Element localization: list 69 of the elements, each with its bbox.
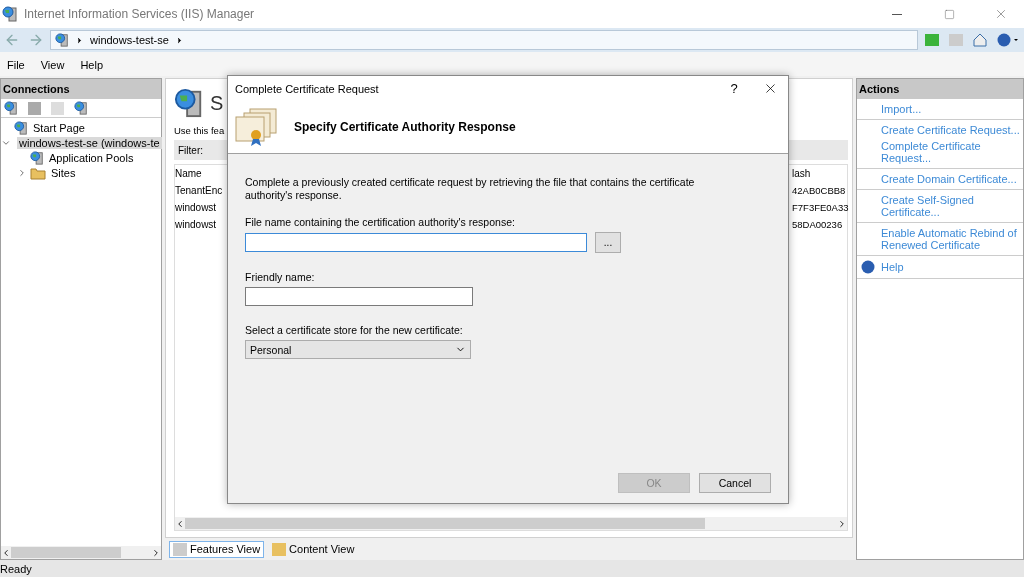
- save-button[interactable]: [25, 101, 44, 115]
- file-name-field[interactable]: [245, 233, 587, 252]
- tree-item[interactable]: Application Pools: [47, 151, 136, 164]
- menu-item[interactable]: Help: [73, 59, 110, 71]
- breadcrumb[interactable]: windows-test-se: [90, 34, 169, 46]
- window-title: Internet Information Services (IIS) Manager: [24, 7, 256, 21]
- menu-item[interactable]: View: [33, 59, 72, 71]
- app-icon: [2, 6, 18, 22]
- certificates-icon: [234, 107, 278, 147]
- help-link[interactable]: Help: [857, 258, 1023, 276]
- filter-label: Filter:: [178, 144, 203, 156]
- table-cell-text: 58DA00236: [792, 219, 844, 230]
- panel-header: Actions: [857, 79, 1023, 99]
- field-label: Select a certificate store for the new certificate:: [245, 324, 464, 336]
- column-header[interactable]: lash: [792, 168, 847, 179]
- table-cell: F7F3FE0A33: [792, 202, 847, 213]
- description-text: Use this fea: [174, 125, 225, 136]
- scroll-left-icon: [175, 518, 185, 529]
- server-globe-icon: [174, 88, 204, 118]
- page-heading: S: [210, 91, 224, 115]
- home-button[interactable]: [970, 33, 990, 47]
- table-cell: windowst: [175, 202, 217, 213]
- tree-item[interactable]: windows-test-se (windows-te: [17, 136, 162, 149]
- server-globe-icon: [4, 101, 18, 115]
- maximize-icon: [943, 8, 955, 20]
- server-globe-icon: [74, 101, 88, 115]
- scroll-right-icon: [151, 547, 161, 558]
- certificate-store-dropdown[interactable]: Personal: [245, 340, 471, 359]
- table-cell: windowst: [175, 219, 217, 230]
- horizontal-scrollbar[interactable]: [175, 517, 847, 530]
- server-globe-icon: [14, 120, 28, 135]
- tree-item[interactable]: Sites: [49, 166, 78, 179]
- browse-button[interactable]: ...: [595, 232, 621, 253]
- view-tab[interactable]: Content View: [268, 540, 359, 558]
- arrow-icon: [75, 35, 84, 45]
- action-link[interactable]: Import...: [857, 101, 1023, 117]
- help-button[interactable]: ?: [716, 76, 752, 101]
- column-header[interactable]: Name: [175, 168, 202, 179]
- view-tab[interactable]: Features View: [169, 540, 265, 558]
- folder-icon: [30, 165, 46, 180]
- action-link[interactable]: Create Domain Certificate...: [857, 171, 1023, 187]
- menu-item[interactable]: File: [0, 59, 32, 71]
- tree-item[interactable]: Start Page: [31, 121, 87, 134]
- dialog-title: Complete Certificate Request: [235, 82, 380, 95]
- cancel-button[interactable]: Cancel: [699, 473, 771, 493]
- field-label: Friendly name:: [245, 271, 316, 283]
- refresh-button[interactable]: [922, 34, 942, 46]
- table-cell: TenantEnc: [175, 185, 223, 196]
- panel-header: Connections: [1, 79, 161, 99]
- scroll-left-icon: [1, 547, 11, 558]
- action-link[interactable]: Complete Certificate Request...: [857, 138, 1023, 166]
- table-cell: 42AB0CBB8: [792, 185, 847, 196]
- action-link[interactable]: Create Certificate Request...: [857, 122, 1023, 138]
- server-globe-icon: [30, 150, 44, 165]
- action-link[interactable]: Create Self-Signed Certificate...: [857, 192, 1023, 220]
- address-field[interactable]: windows-test-se: [50, 30, 918, 50]
- action-link[interactable]: Enable Automatic Rebind of Renewed Certificate: [857, 225, 1023, 253]
- field-label: File name containing the certification authority's response:: [245, 216, 516, 228]
- dialog-heading: Specify Certificate Authority Response: [294, 120, 516, 134]
- minimize-icon: [892, 13, 902, 15]
- server-globe-icon: [55, 33, 69, 47]
- close-icon: [994, 7, 1008, 21]
- description-text: Complete a previously created certificate request by retrieving the file that contains the certificate authority's response.: [245, 176, 696, 202]
- friendly-name-field[interactable]: [245, 287, 473, 306]
- expander-icon[interactable]: [17, 167, 27, 178]
- status-text: Ready: [0, 562, 33, 575]
- horizontal-scrollbar[interactable]: [1, 546, 161, 559]
- help-icon: [861, 260, 875, 274]
- scroll-right-icon: [837, 518, 847, 529]
